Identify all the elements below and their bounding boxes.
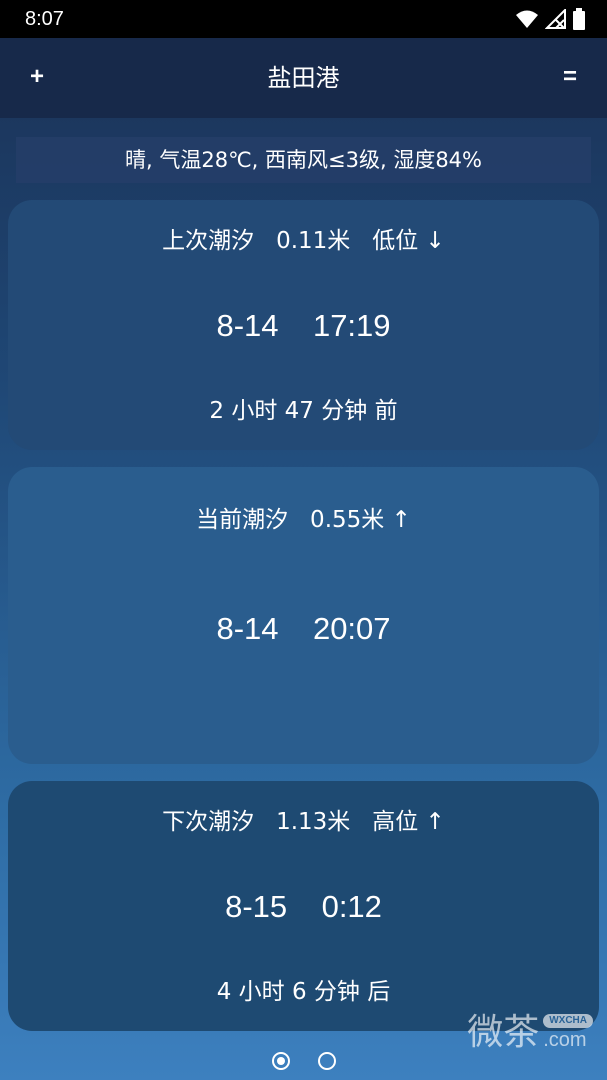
current-tide-card: 当前潮汐 0.55米 ↑ 8-14 20:07 bbox=[8, 467, 599, 764]
status-bar: 8:07 bbox=[0, 0, 607, 38]
page-indicator bbox=[0, 1052, 607, 1076]
watermark-domain: .com bbox=[543, 1029, 587, 1051]
next-tide-time: 8-15 0:12 bbox=[225, 889, 382, 924]
previous-tide-card: 上次潮汐 0.11米 低位 ↓ 8-14 17:19 2 小时 47 分钟 前 bbox=[8, 200, 599, 450]
app-bar: + 盐田港 = bbox=[0, 38, 607, 118]
watermark-badge: WXCHA bbox=[543, 1014, 593, 1028]
watermark: 微茶 WXCHA .com bbox=[467, 1012, 593, 1054]
next-tide-heading: 下次潮汐 1.13米 高位 ↑ bbox=[162, 809, 445, 835]
page-title: 盐田港 bbox=[267, 64, 340, 92]
battery-icon bbox=[573, 8, 585, 30]
signal-off-icon bbox=[545, 9, 566, 29]
status-time: 8:07 bbox=[25, 8, 64, 30]
page-dot-1[interactable] bbox=[271, 1052, 290, 1070]
menu-button[interactable]: = bbox=[563, 62, 577, 92]
next-tide-card: 下次潮汐 1.13米 高位 ↑ 8-15 0:12 4 小时 6 分钟 后 bbox=[8, 781, 599, 1031]
next-tide-relative: 4 小时 6 分钟 后 bbox=[216, 979, 391, 1005]
weather-summary: 晴, 气温28℃, 西南风≤3级, 湿度84% bbox=[16, 137, 591, 183]
watermark-logo-text: 微茶 bbox=[467, 1012, 540, 1053]
watermark-side: WXCHA .com bbox=[543, 1014, 593, 1052]
status-icons bbox=[515, 8, 585, 30]
previous-tide-relative: 2 小时 47 分钟 前 bbox=[209, 398, 398, 424]
previous-tide-heading: 上次潮汐 0.11米 低位 ↓ bbox=[162, 228, 445, 254]
current-tide-time: 8-14 20:07 bbox=[216, 611, 391, 646]
current-tide-heading: 当前潮汐 0.55米 ↑ bbox=[196, 507, 411, 533]
page-dot-2[interactable] bbox=[317, 1052, 336, 1070]
previous-tide-time: 8-14 17:19 bbox=[216, 308, 391, 343]
wifi-icon bbox=[516, 10, 538, 28]
